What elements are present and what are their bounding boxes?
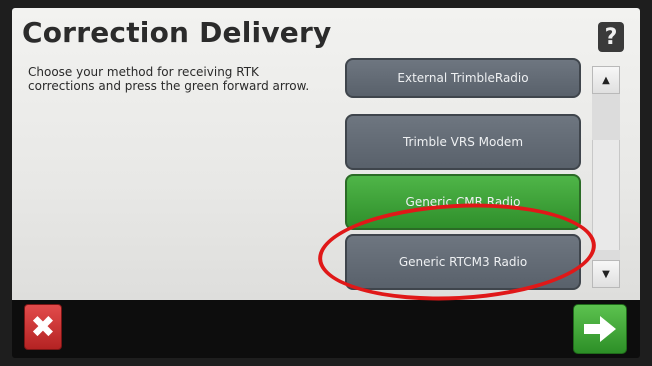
help-button[interactable]: ? <box>598 22 624 52</box>
option-external-trimble-radio[interactable]: External TrimbleRadio <box>345 58 581 98</box>
right-arrow-icon <box>584 316 616 342</box>
cancel-button[interactable]: ✖ <box>24 304 62 350</box>
scroll-down-button[interactable]: ▼ <box>592 260 620 288</box>
next-button[interactable] <box>573 304 627 354</box>
option-trimble-vrs-modem[interactable]: Trimble VRS Modem <box>345 114 581 170</box>
main-panel: Correction Delivery ? Choose your method… <box>12 8 640 308</box>
device-screen: Correction Delivery ? Choose your method… <box>12 8 640 358</box>
triangle-up-icon: ▲ <box>602 74 610 86</box>
instructions-text: Choose your method for receiving RTK cor… <box>28 65 310 93</box>
page-title: Correction Delivery <box>22 16 332 49</box>
scroll-up-button[interactable]: ▲ <box>592 66 620 94</box>
x-icon: ✖ <box>30 309 56 345</box>
scrollbar-thumb[interactable] <box>592 140 620 250</box>
triangle-down-icon: ▼ <box>602 268 610 280</box>
